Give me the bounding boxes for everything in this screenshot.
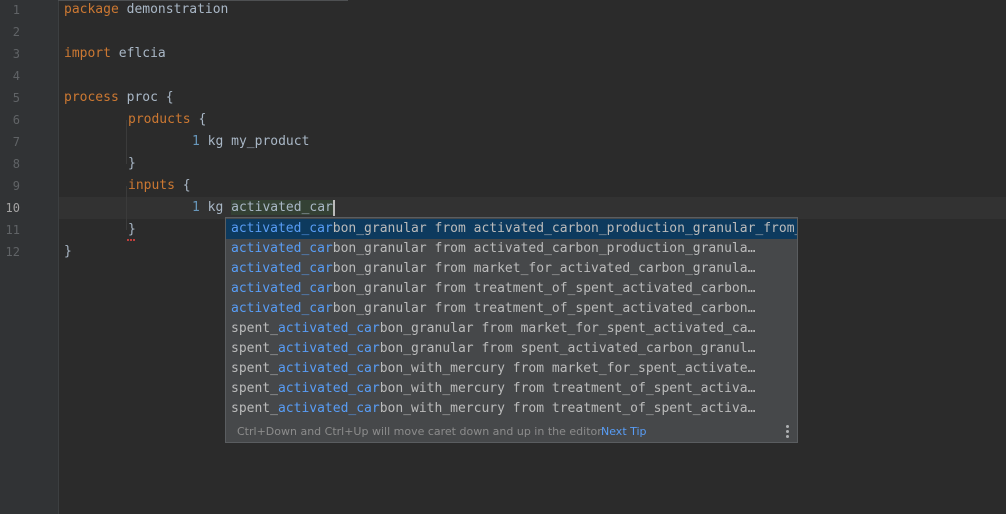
completion-item[interactable]: activated_carbon_granular from activated… (226, 239, 797, 259)
completion-item-rest: bon_granular from market_for_spent_activ… (379, 321, 756, 336)
line-number-active: 10 (5, 201, 20, 215)
completion-item[interactable]: spent_activated_carbon_with_mercury from… (226, 379, 797, 399)
line-number: 6 (12, 113, 20, 127)
code-text: eflcia (110, 46, 166, 61)
completion-item[interactable]: spent_activated_carbon_with_mercury from… (226, 359, 797, 379)
line-number-gutter: 1 2 3 4 5 6 7 8 9 10 11 12 (0, 0, 59, 514)
code-line-7[interactable]: 1 kg my_product (192, 131, 309, 153)
completion-item-rest: bon_granular from market_for_activated_c… (332, 261, 756, 276)
completion-item-match: activated_car (231, 281, 333, 296)
code-line-3[interactable]: import eflcia (64, 43, 166, 65)
code-text: kg my_product (199, 134, 310, 149)
code-line-12[interactable]: } (64, 241, 72, 263)
completion-item[interactable]: activated_carbon_granular from treatment… (226, 279, 797, 299)
completion-popup[interactable]: activated_carbon_granular from activated… (225, 217, 798, 443)
keyword: inputs (128, 178, 175, 193)
completion-item-match: activated_car (277, 361, 380, 376)
keyword: import (64, 46, 111, 61)
line-number: 3 (12, 47, 20, 61)
line-number: 4 (12, 69, 20, 83)
line-number: 9 (12, 179, 20, 193)
code-text: { (190, 112, 207, 127)
completion-item-rest: bon_with_mercury from market_for_spent_a… (379, 361, 756, 376)
completion-item-pre: spent_ (231, 361, 278, 376)
line-number: 8 (12, 157, 20, 171)
completion-item-pre: spent_ (231, 401, 278, 416)
completion-item[interactable]: activated_carbon_granular from activated… (226, 219, 797, 239)
code-line-9[interactable]: inputs { (128, 175, 191, 197)
completion-item-match: activated_car (231, 241, 333, 256)
completion-item-rest: bon_granular from treatment_of_spent_act… (332, 281, 756, 296)
completion-item-match: activated_car (231, 261, 333, 276)
code-line-8[interactable]: } (128, 153, 136, 175)
keyword: products (128, 112, 191, 127)
completion-item[interactable]: spent_activated_carbon_granular from spe… (226, 339, 797, 359)
completion-item[interactable]: activated_carbon_granular from market_fo… (226, 259, 797, 279)
code-text: proc { (118, 90, 174, 105)
completion-item[interactable]: spent_activated_carbon_granular from mar… (226, 319, 797, 339)
keyword: process (64, 90, 119, 105)
error-squiggle (127, 236, 135, 241)
number-literal: 1 (192, 200, 200, 215)
completion-item-match: activated_car (277, 381, 380, 396)
line-number: 12 (5, 245, 20, 259)
completion-item-rest: bon_granular from spent_activated_carbon… (379, 341, 756, 356)
next-tip-link[interactable]: Next Tip (601, 421, 647, 443)
completion-item-match: activated_car (277, 321, 380, 336)
completion-item-pre: spent_ (231, 321, 278, 336)
completion-item-match: activated_car (277, 341, 380, 356)
completion-item-match: activated_car (231, 301, 333, 316)
completion-item-rest: bon_with_mercury from treatment_of_spent… (379, 401, 756, 416)
line-number: 7 (12, 135, 20, 149)
code-text: { (174, 178, 191, 193)
completion-item-pre: spent_ (231, 341, 278, 356)
code-text: demonstration (118, 2, 229, 17)
completion-item[interactable]: spent_activated_carbon_with_mercury from… (226, 399, 797, 419)
line-number: 2 (12, 25, 20, 39)
completion-item-rest: bon_with_mercury from treatment_of_spent… (379, 381, 756, 396)
completion-item-rest: bon_granular from activated_carbon_produ… (332, 221, 797, 236)
completion-footer: Ctrl+Down and Ctrl+Up will move caret do… (226, 421, 797, 443)
line-number: 1 (12, 3, 20, 17)
code-line-6[interactable]: products { (128, 109, 206, 131)
number-literal: 1 (192, 134, 200, 149)
footer-hint: Ctrl+Down and Ctrl+Up will move caret do… (237, 425, 602, 438)
code-line-10[interactable]: 1 kg activated_car (192, 197, 335, 219)
keyword: package (64, 2, 119, 17)
line-number: 11 (5, 223, 20, 237)
completion-item-match: activated_car (277, 401, 380, 416)
indent-guide (126, 120, 127, 164)
completion-item-rest: bon_granular from treatment_of_spent_act… (332, 301, 756, 316)
completion-item-match: activated_car (231, 221, 333, 236)
completion-item-rest: bon_granular from activated_carbon_produ… (332, 241, 756, 256)
code-line-5[interactable]: process proc { (64, 87, 174, 109)
indent-guide (126, 186, 127, 230)
completion-item-pre: spent_ (231, 381, 278, 396)
text-caret (332, 199, 335, 216)
line-number: 5 (12, 91, 20, 105)
code-text: kg (199, 200, 232, 215)
code-line-1[interactable]: package demonstration (64, 0, 228, 21)
completion-item[interactable]: activated_carbon_granular from treatment… (226, 299, 797, 319)
typed-text: activated_car (231, 200, 333, 215)
vertical-ellipsis-icon[interactable] (786, 425, 790, 439)
